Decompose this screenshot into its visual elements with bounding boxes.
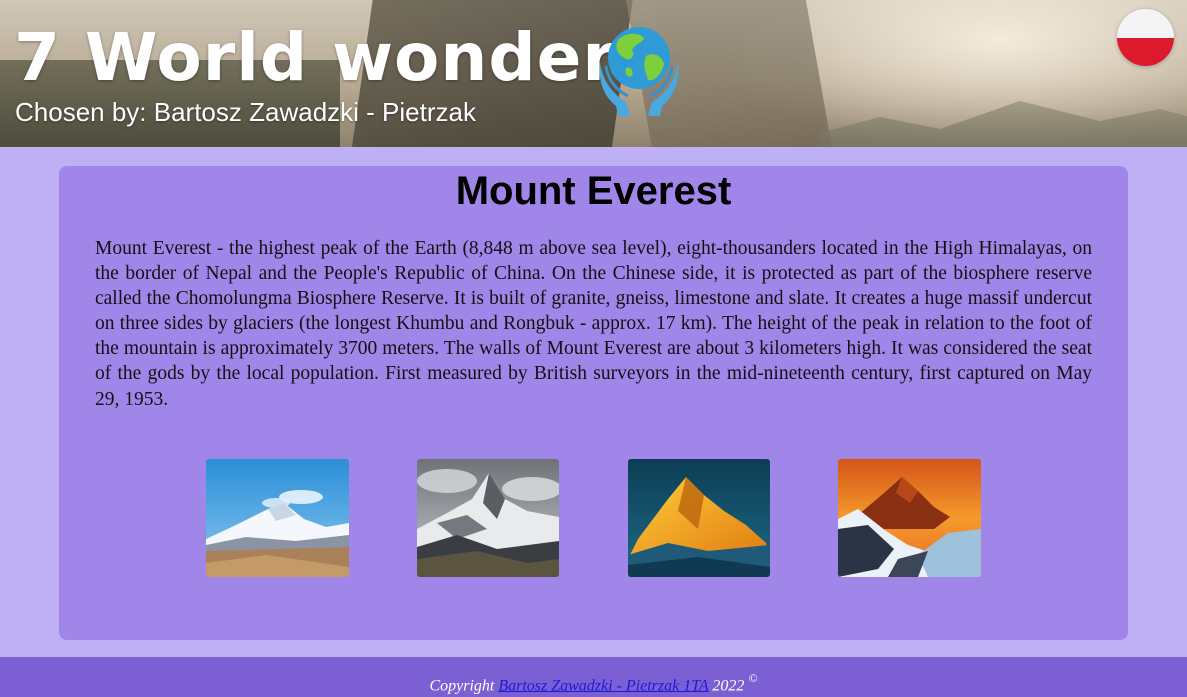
gallery-thumbnail[interactable] (628, 459, 770, 577)
copyright-year: 2022 (712, 677, 745, 695)
flag-white-stripe (1117, 9, 1174, 38)
header-background-ridge (820, 101, 1187, 147)
site-footer: Copyright Bartosz Zawadzki - Pietrzak 1T… (0, 657, 1187, 697)
author-link[interactable]: Bartosz Zawadzki - Pietrzak 1TA (498, 677, 708, 694)
site-subtitle: Chosen by: Bartosz Zawadzki - Pietrzak (15, 97, 476, 127)
globe-in-hands-icon (596, 22, 682, 118)
flag-red-stripe (1117, 37, 1174, 66)
site-title: 7 World wonders (14, 19, 657, 96)
copyright-symbol: © (748, 671, 758, 685)
copyright-label: Copyright (429, 677, 495, 695)
gallery-thumbnail[interactable] (838, 459, 981, 577)
wonder-description: Mount Everest - the highest peak of the … (95, 238, 1092, 410)
gallery-thumbnail[interactable] (206, 459, 349, 577)
wonder-title: Mount Everest (455, 169, 732, 213)
wonder-card: Mount Everest Mount Everest - the highes… (59, 166, 1128, 640)
poland-flag-icon[interactable] (1117, 9, 1174, 66)
photo-gallery (59, 459, 1128, 577)
site-header: 7 World wonders Chosen by: Bartosz Zawad… (0, 0, 1187, 147)
gallery-thumbnail[interactable] (417, 459, 559, 577)
